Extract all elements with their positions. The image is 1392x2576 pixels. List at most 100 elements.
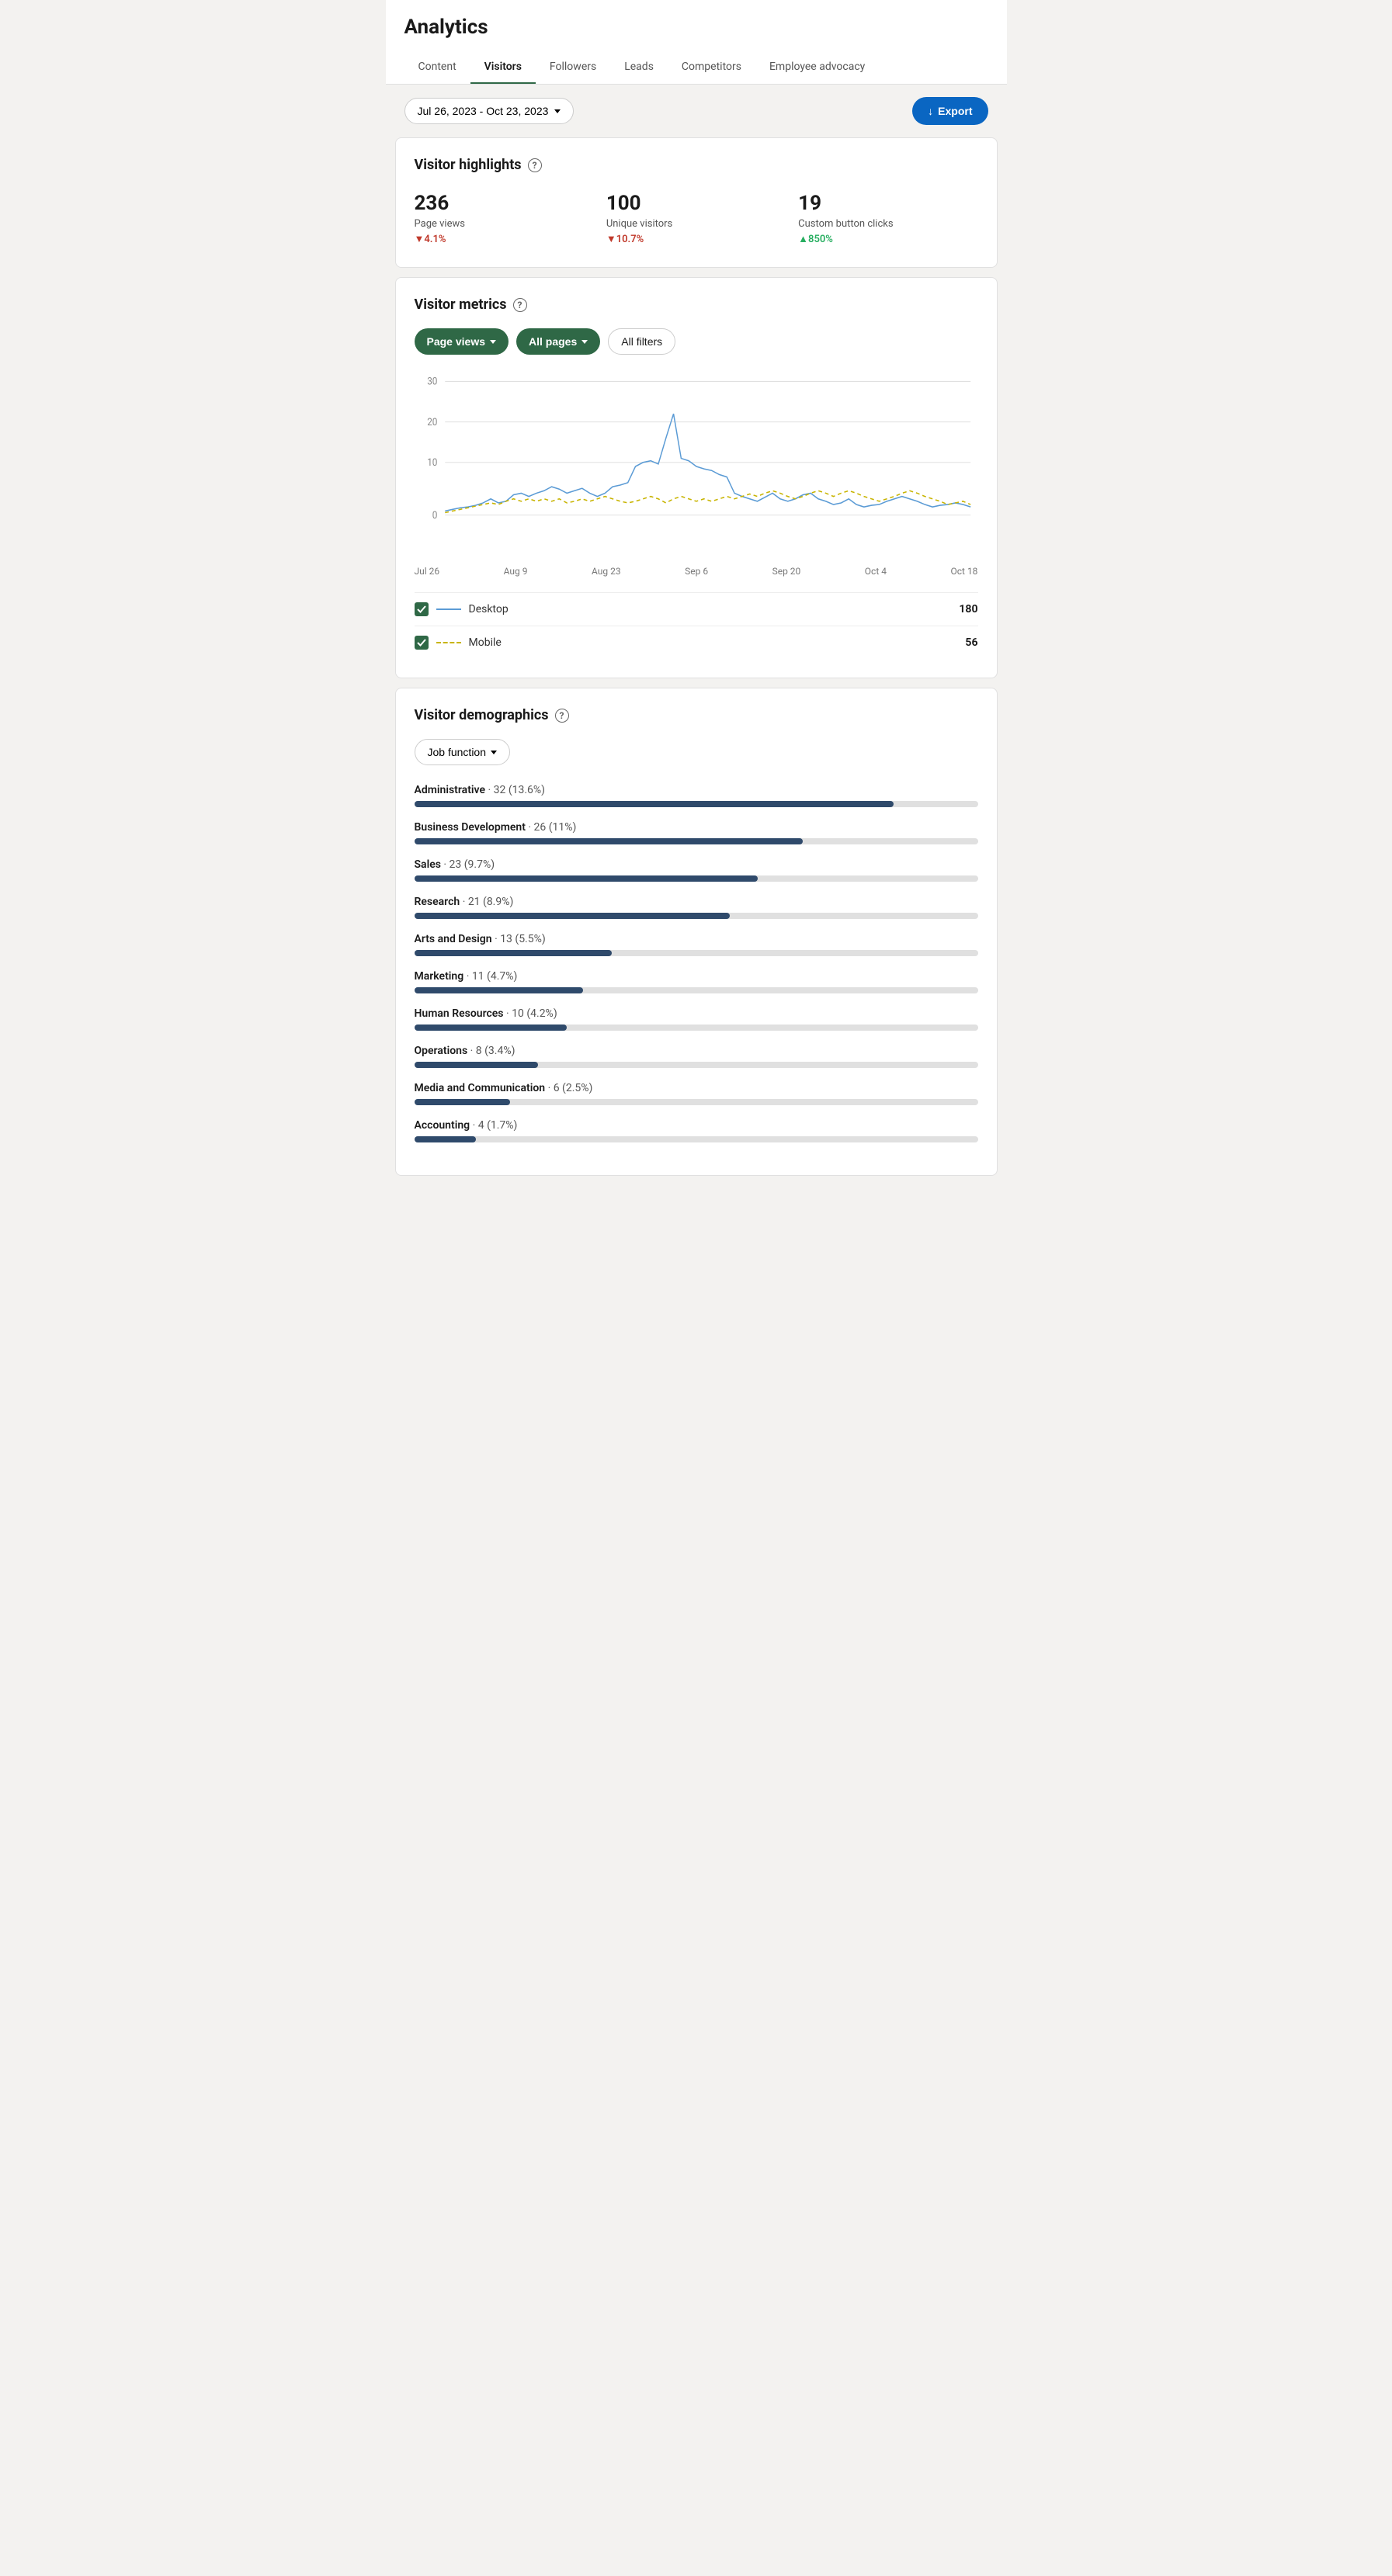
metric-filter-button[interactable]: Page views: [415, 328, 509, 355]
svg-text:0: 0: [432, 509, 437, 520]
bar-item: Arts and Design · 13 (5.5%): [415, 933, 978, 956]
bar-count: · 6 (2.5%): [548, 1082, 593, 1094]
highlight-value: 100: [606, 192, 786, 215]
bar-label: Research · 21 (8.9%): [415, 896, 978, 908]
demographics-filter: Job function: [415, 739, 978, 765]
visitor-demographics-help-icon[interactable]: ?: [555, 709, 569, 723]
highlight-value: 236: [415, 192, 594, 215]
legend-checkbox[interactable]: [415, 602, 429, 616]
bar-fill: [415, 838, 804, 844]
bar-item: Human Resources · 10 (4.2%): [415, 1007, 978, 1031]
highlight-change: ▼10.7%: [606, 233, 786, 245]
bar-track: [415, 950, 978, 956]
legend-value: 56: [965, 636, 977, 649]
bar-track: [415, 987, 978, 993]
export-button[interactable]: ↓ Export: [912, 97, 988, 125]
legend-left: Mobile: [415, 636, 502, 650]
chart-x-label: Oct 4: [865, 566, 887, 577]
chart-legend: Desktop 180 Mobile 56: [415, 592, 978, 659]
bar-track: [415, 1025, 978, 1031]
visitor-metrics-card: Visitor metrics ? Page views All pages A…: [395, 277, 998, 678]
visitor-metrics-title: Visitor metrics ?: [415, 296, 978, 313]
bar-count: · 13 (5.5%): [495, 933, 546, 945]
legend-line-dashed: [436, 642, 461, 643]
svg-text:20: 20: [427, 416, 437, 427]
legend-row: Mobile 56: [415, 626, 978, 659]
bar-fill: [415, 950, 612, 956]
legend-label: Mobile: [469, 636, 502, 649]
bar-fill: [415, 1062, 539, 1068]
bar-fill: [415, 1025, 567, 1031]
visitor-highlights-card: Visitor highlights ? 236 Page views ▼4.1…: [395, 137, 998, 268]
highlights-grid: 236 Page views ▼4.1% 100 Unique visitors…: [415, 189, 978, 248]
job-function-filter-label: Job function: [428, 746, 487, 758]
job-function-filter-button[interactable]: Job function: [415, 739, 511, 765]
chart-svg: 30 20 10 0: [415, 373, 978, 560]
date-range-label: Jul 26, 2023 - Oct 23, 2023: [418, 105, 549, 117]
nav-tab-followers[interactable]: Followers: [536, 51, 610, 84]
highlight-change: ▲850%: [798, 233, 977, 245]
highlight-label: Page views: [415, 218, 594, 230]
chevron-down-icon: [491, 751, 497, 754]
bar-fill: [415, 913, 731, 919]
bar-item: Accounting · 4 (1.7%): [415, 1119, 978, 1142]
metrics-filters: Page views All pages All filters: [415, 328, 978, 355]
export-label: Export: [938, 105, 972, 117]
chevron-down-icon: [581, 340, 588, 344]
bar-label: Media and Communication · 6 (2.5%): [415, 1082, 978, 1094]
bar-track: [415, 913, 978, 919]
bar-count: · 26 (11%): [528, 821, 576, 834]
bar-label: Marketing · 11 (4.7%): [415, 970, 978, 983]
visitor-demographics-title: Visitor demographics ?: [415, 707, 978, 723]
bar-label: Accounting · 4 (1.7%): [415, 1119, 978, 1132]
nav-tab-employee_advocacy[interactable]: Employee advocacy: [755, 51, 879, 84]
bar-fill: [415, 801, 894, 807]
legend-value: 180: [959, 603, 977, 615]
svg-text:10: 10: [427, 457, 437, 468]
bar-fill: [415, 875, 758, 882]
demographics-bars: Administrative · 32 (13.6%) Business Dev…: [415, 784, 978, 1142]
bar-track: [415, 838, 978, 844]
all-filters-button[interactable]: All filters: [608, 328, 675, 355]
highlight-value: 19: [798, 192, 977, 215]
visitor-metrics-chart: 30 20 10 0: [415, 373, 978, 560]
chart-x-label: Aug 9: [504, 566, 528, 577]
all-filters-label: All filters: [621, 335, 662, 348]
bar-label: Operations · 8 (3.4%): [415, 1045, 978, 1057]
bar-label: Administrative · 32 (13.6%): [415, 784, 978, 796]
highlight-change: ▼4.1%: [415, 233, 594, 245]
nav-tab-competitors[interactable]: Competitors: [668, 51, 755, 84]
page-title: Analytics: [404, 16, 988, 39]
visitor-highlights-title: Visitor highlights ?: [415, 157, 978, 173]
bar-count: · 8 (3.4%): [470, 1045, 515, 1057]
bar-label: Human Resources · 10 (4.2%): [415, 1007, 978, 1020]
bar-item: Sales · 23 (9.7%): [415, 858, 978, 882]
nav-tab-content[interactable]: Content: [404, 51, 470, 84]
bar-label: Sales · 23 (9.7%): [415, 858, 978, 871]
highlight-item: 100 Unique visitors ▼10.7%: [606, 189, 786, 248]
chart-x-labels: Jul 26Aug 9Aug 23Sep 6Sep 20Oct 4Oct 18: [415, 566, 978, 577]
bar-label: Business Development · 26 (11%): [415, 821, 978, 834]
bar-item: Operations · 8 (3.4%): [415, 1045, 978, 1068]
date-range-picker[interactable]: Jul 26, 2023 - Oct 23, 2023: [404, 98, 575, 124]
legend-row: Desktop 180: [415, 592, 978, 626]
pages-filter-button[interactable]: All pages: [516, 328, 600, 355]
legend-left: Desktop: [415, 602, 509, 616]
visitor-metrics-help-icon[interactable]: ?: [513, 298, 527, 312]
bar-count: · 23 (9.7%): [443, 858, 495, 871]
visitor-highlights-help-icon[interactable]: ?: [528, 158, 542, 172]
bar-fill: [415, 1099, 510, 1105]
bar-item: Administrative · 32 (13.6%): [415, 784, 978, 807]
highlight-item: 19 Custom button clicks ▲850%: [798, 189, 977, 248]
bar-item: Business Development · 26 (11%): [415, 821, 978, 844]
bar-count: · 32 (13.6%): [488, 784, 545, 796]
bar-count: · 4 (1.7%): [473, 1119, 518, 1132]
nav-tab-leads[interactable]: Leads: [610, 51, 668, 84]
legend-checkbox[interactable]: [415, 636, 429, 650]
pages-filter-label: All pages: [529, 335, 577, 348]
bar-track: [415, 1136, 978, 1142]
legend-label: Desktop: [469, 603, 509, 615]
bar-track: [415, 875, 978, 882]
bar-fill: [415, 987, 584, 993]
nav-tab-visitors[interactable]: Visitors: [470, 51, 536, 84]
